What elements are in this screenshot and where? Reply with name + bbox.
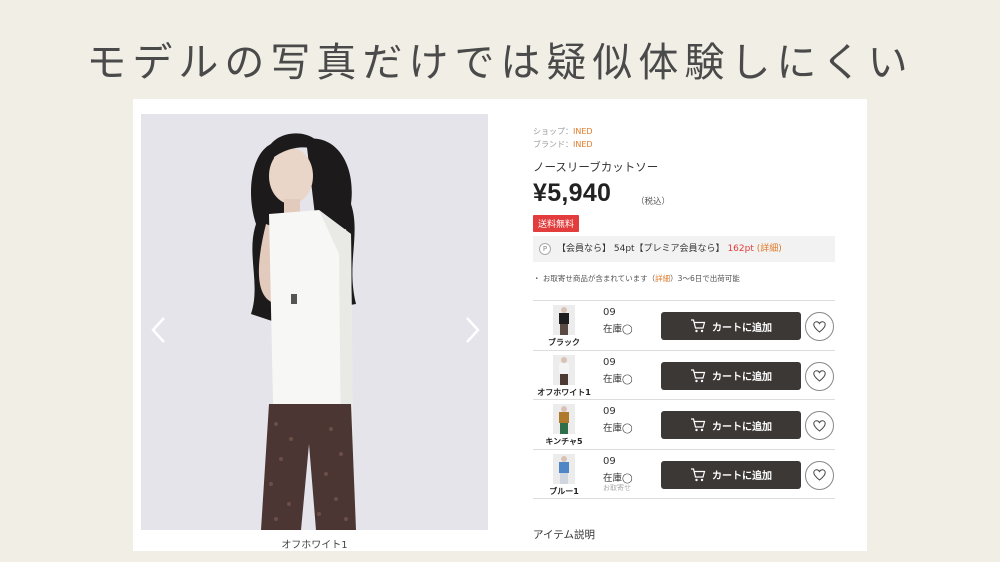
premium-points: 162pt xyxy=(727,244,754,254)
variant-bottom xyxy=(560,324,568,335)
cart-icon xyxy=(691,368,706,382)
add-to-cart-label: カートに追加 xyxy=(712,471,772,482)
prev-image-button[interactable] xyxy=(147,314,171,346)
shop-label: ショップ： xyxy=(533,127,573,136)
photo-caption: オフホワイト1 xyxy=(281,540,348,551)
variant-thumbnail-image xyxy=(553,404,575,434)
variant-stock: 在庫◯ xyxy=(603,472,633,484)
brand-label: ブランド： xyxy=(533,140,573,149)
add-to-cart-label: カートに追加 xyxy=(712,322,772,334)
variant-size: 09 xyxy=(603,406,616,417)
next-image-button[interactable] xyxy=(460,314,484,346)
variant-stock: 在庫◯ xyxy=(603,324,633,335)
add-to-cart-button[interactable]: カートに追加 xyxy=(661,312,801,340)
variant-list: ブラック 09 在庫◯ カートに追加 オフホワイト1 09 在庫◯ カートに追加… xyxy=(533,300,835,499)
cart-icon xyxy=(691,319,706,333)
favorite-button[interactable] xyxy=(805,312,834,341)
variant-size: 09 xyxy=(603,356,616,368)
heart-icon xyxy=(813,320,826,333)
variant-row: ブラック 09 在庫◯ カートに追加 xyxy=(533,301,835,351)
favorite-button[interactable] xyxy=(805,361,834,391)
variant-thumbnail[interactable] xyxy=(553,453,575,484)
variant-row: ブルー1 09 在庫◯ お取寄せ カートに追加 xyxy=(533,450,835,499)
variant-thumbnail-image xyxy=(553,354,575,385)
variant-top xyxy=(559,313,569,324)
add-to-cart-label: カートに追加 xyxy=(712,421,772,433)
model-illustration xyxy=(141,114,488,530)
chevron-left-icon xyxy=(151,317,165,343)
variant-bottom xyxy=(560,373,568,385)
points-box: P 【会員なら】 54pt【プレミア会員なら】 162pt (詳細) xyxy=(533,236,835,262)
order-note-text-1: ・ お取寄せ商品が含まれています（ xyxy=(533,274,656,283)
brand-meta: ブランド：INED xyxy=(533,139,593,150)
variant-top xyxy=(559,362,569,374)
variant-thumbnail-image xyxy=(553,305,575,335)
variant-row: オフホワイト1 09 在庫◯ カートに追加 xyxy=(533,351,835,400)
variant-row: キンチャ5 09 在庫◯ カートに追加 xyxy=(533,400,835,450)
product-panel: オフホワイト1 ショップ：INED ブランド：INED ノースリーブカットソー … xyxy=(133,99,867,551)
add-to-cart-label: カートに追加 xyxy=(712,372,772,383)
product-name: ノースリーブカットソー xyxy=(533,160,659,174)
variant-thumbnail[interactable] xyxy=(553,404,575,434)
tax-label: （税込） xyxy=(636,197,671,207)
variant-name: ブラック xyxy=(548,338,580,347)
order-note-detail-link[interactable]: 詳細 xyxy=(655,274,670,283)
favorite-button[interactable] xyxy=(805,460,834,490)
variant-thumbnail[interactable] xyxy=(553,354,575,385)
variant-name: ブルー1 xyxy=(549,486,579,496)
variant-size: 09 xyxy=(603,307,616,318)
variant-thumbnail-image xyxy=(553,453,575,484)
variant-stock: 在庫◯ xyxy=(603,373,633,385)
variant-top xyxy=(559,461,569,473)
variant-top xyxy=(559,412,569,423)
brand-link[interactable]: INED xyxy=(573,140,593,149)
slide-title: モデルの写真だけでは疑似体験しにくい xyxy=(86,40,914,86)
points-text: 【会員なら】 54pt【プレミア会員なら】 xyxy=(557,244,725,254)
variant-stock: 在庫◯ xyxy=(603,423,633,434)
order-note-text-2: ）3〜6日で出荷可能 xyxy=(670,274,740,283)
order-note: ・ お取寄せ商品が含まれています（詳細）3〜6日で出荷可能 xyxy=(533,273,740,284)
add-to-cart-button[interactable]: カートに追加 xyxy=(661,411,801,439)
heart-icon xyxy=(813,419,826,432)
variant-thumbnail[interactable] xyxy=(553,305,575,335)
variant-size: 09 xyxy=(603,455,616,467)
variant-order-note: お取寄せ xyxy=(603,483,631,492)
chevron-right-icon xyxy=(466,317,480,343)
item-description-heading: アイテム説明 xyxy=(533,529,595,541)
add-to-cart-button[interactable]: カートに追加 xyxy=(661,361,801,390)
shop-meta: ショップ：INED xyxy=(533,126,593,137)
points-icon: P xyxy=(539,243,551,255)
cart-icon xyxy=(691,467,706,481)
shop-link[interactable]: INED xyxy=(573,127,593,136)
product-photo xyxy=(141,114,488,530)
variant-bottom xyxy=(560,472,568,484)
heart-icon xyxy=(813,370,826,382)
favorite-button[interactable] xyxy=(805,411,834,440)
variant-name: キンチャ5 xyxy=(545,437,583,446)
variant-name: オフホワイト1 xyxy=(537,387,591,397)
variant-bottom xyxy=(560,423,568,434)
heart-icon xyxy=(813,469,826,481)
free-shipping-badge: 送料無料 xyxy=(533,215,580,232)
cart-icon xyxy=(691,418,706,432)
product-price: ¥5,940 xyxy=(533,179,612,207)
points-detail-link[interactable]: (詳細) xyxy=(757,244,782,254)
add-to-cart-button[interactable]: カートに追加 xyxy=(661,460,801,489)
